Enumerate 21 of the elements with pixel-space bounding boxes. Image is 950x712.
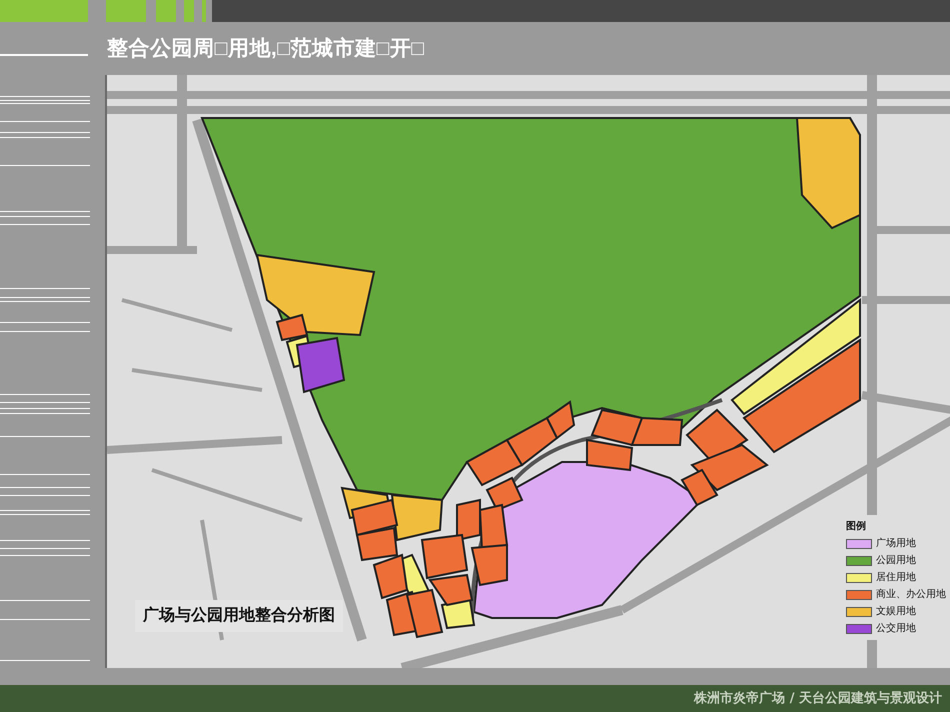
legend-label: 文娱用地 [876,604,916,619]
commercial-block [356,526,398,562]
header-stripe [184,0,194,22]
legend-label: 居住用地 [876,570,916,585]
commercial-block [586,438,634,472]
legend-label: 广场用地 [876,536,916,551]
commercial-block [470,544,508,586]
legend-title: 图例 [846,520,867,534]
residential-area [440,598,476,630]
map-caption: 广场与公园用地整合分析图 [143,607,335,624]
commercial-block [630,416,684,446]
legend-label: 公园用地 [876,554,916,568]
header-stripe [106,0,146,22]
page-title: 整合公园周□用地,□范城市建□开□ [107,36,424,62]
legend-label: 公交用地 [876,622,916,636]
commercial-block [590,408,644,446]
project-title: 株洲市炎帝广场 / 天台公园建筑与景观设计 [694,690,942,708]
entertainment-area [390,494,444,542]
header-stripe [202,0,206,22]
header-stripe [156,0,176,22]
legend-label: 商业、办公用地 [876,588,946,602]
